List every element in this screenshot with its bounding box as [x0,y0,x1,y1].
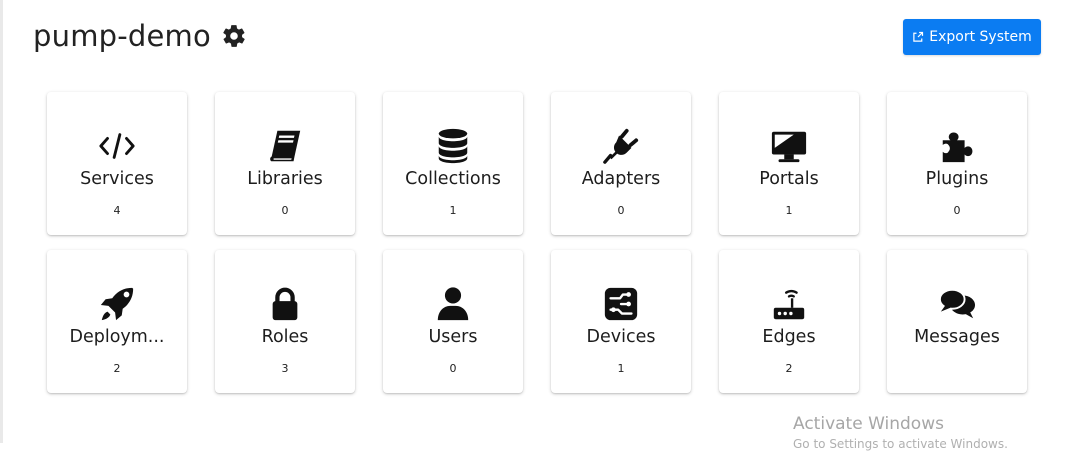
activate-windows-watermark: Activate Windows [793,414,944,434]
tile-label: Portals [759,169,819,189]
tile-label: Devices [586,327,656,347]
activate-windows-subtitle: Go to Settings to activate Windows. [793,437,1008,451]
tile-count: 1 [785,204,793,217]
tile-count: 0 [617,204,625,217]
book-icon [262,127,308,165]
database-icon [430,127,476,165]
tile-messages[interactable]: Messages [887,250,1027,393]
tile-count: 3 [281,362,289,375]
left-border [0,0,3,443]
tile-deployments[interactable]: Deploym... 2 [47,250,187,393]
gear-icon[interactable] [221,23,247,49]
tile-count: 0 [281,204,289,217]
tile-edges[interactable]: Edges 2 [719,250,859,393]
router-icon [766,285,812,323]
tile-count: 0 [953,204,961,217]
user-icon [430,285,476,323]
rocket-icon [94,285,140,323]
tile-count: 1 [449,204,457,217]
tile-label: Roles [261,327,309,347]
puzzle-icon [934,127,980,165]
tile-count: 1 [617,362,625,375]
tile-roles[interactable]: Roles 3 [215,250,355,393]
tile-label: Services [80,169,154,189]
export-system-label: Export System [929,29,1032,45]
tile-label: Plugins [925,169,989,189]
tile-label: Deploym... [69,327,165,347]
device-icon [598,285,644,323]
tile-portals[interactable]: Portals 1 [719,92,859,235]
external-link-icon [913,31,924,42]
tile-count: 2 [785,362,793,375]
desktop-icon [766,127,812,165]
tile-count: 4 [113,204,121,217]
tile-count: 2 [113,362,121,375]
tile-label: Messages [914,327,1000,347]
tile-adapters[interactable]: Adapters 0 [551,92,691,235]
system-title: pump-demo [33,19,211,53]
tile-services[interactable]: Services 4 [47,92,187,235]
tile-label: Adapters [581,169,661,189]
tile-label: Libraries [247,169,323,189]
system-tiles-grid: Services 4 Libraries 0 Collections 1 Ada… [47,92,1027,393]
page-header: pump-demo [33,14,247,58]
code-icon [94,127,140,165]
tile-devices[interactable]: Devices 1 [551,250,691,393]
plug-icon [598,127,644,165]
tile-label: Edges [762,327,816,347]
tile-users[interactable]: Users 0 [383,250,523,393]
tile-collections[interactable]: Collections 1 [383,92,523,235]
tile-label: Collections [405,169,501,189]
export-system-button[interactable]: Export System [903,19,1041,55]
tile-label: Users [428,327,478,347]
lock-icon [262,285,308,323]
tile-count: 0 [449,362,457,375]
comments-icon [934,285,980,323]
tile-plugins[interactable]: Plugins 0 [887,92,1027,235]
tile-libraries[interactable]: Libraries 0 [215,92,355,235]
